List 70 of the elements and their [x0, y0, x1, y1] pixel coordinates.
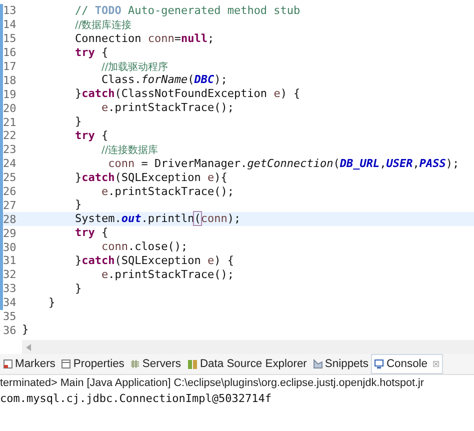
snippets-icon	[312, 359, 323, 370]
code-line: Connection conn=null;	[74, 32, 216, 46]
code-line: }catch(SQLException e){	[74, 170, 228, 185]
line-number: 22	[2, 129, 18, 142]
code-line: conn = DriverManager.getConnection(DB_URL,USER,PASS);	[107, 156, 460, 171]
line-number: 34	[2, 296, 18, 310]
code-line: try {	[74, 46, 110, 60]
line-number: 19	[2, 88, 18, 101]
code-line: }	[74, 115, 83, 130]
tab-label: Console	[386, 358, 428, 370]
view-tab[interactable]: Snippets	[310, 354, 372, 374]
tab-label: Markers	[15, 358, 56, 370]
view-tab[interactable]: Properties	[58, 354, 128, 374]
tab-label: Properties	[73, 358, 124, 370]
horizontal-scrollbar[interactable]	[22, 340, 474, 354]
line-number: 31	[2, 254, 18, 268]
console-icon	[374, 359, 384, 370]
line-number: 32	[2, 268, 18, 282]
database-icon	[186, 358, 198, 370]
code-line: //连接数据库	[100, 144, 160, 157]
view-tab[interactable]: Console ☒	[371, 354, 443, 374]
console-header: terminated> Main [Java Application] C:\eclipse\plugins\org.eclipse.justj.openjdk.hotspot.jr	[0, 376, 424, 392]
code-line: }	[74, 198, 83, 212]
code-line: }	[48, 296, 56, 310]
line-number: 30	[2, 240, 18, 254]
code-line: e.printStackTrace();	[100, 101, 235, 116]
markers-icon	[3, 359, 13, 370]
tab-label: Data Source Explorer	[200, 358, 307, 370]
line-number: 28	[2, 212, 18, 226]
view-tab[interactable]: Markers	[0, 354, 58, 374]
line-number: 17	[2, 60, 18, 73]
code-line: conn.close();	[100, 240, 189, 254]
line-number: 24	[2, 157, 18, 170]
line-number: 36	[2, 324, 18, 337]
servers-icon	[130, 359, 140, 370]
code-line: try {	[74, 129, 110, 143]
line-number: 20	[2, 102, 18, 115]
line-number: 26	[2, 185, 18, 198]
line-number: 25	[2, 171, 18, 184]
line-number: 29	[2, 226, 18, 240]
line-number: 13	[2, 4, 18, 18]
code-line: }	[22, 323, 30, 338]
code-line: Class.forName(DBC);	[100, 73, 228, 88]
line-number: 16	[2, 46, 18, 60]
line-number: 35	[2, 310, 18, 324]
tab-label: Servers	[142, 358, 181, 370]
scroll-left-icon[interactable]	[26, 344, 31, 351]
code-line: e.printStackTrace();	[100, 184, 235, 198]
code-line: //数据库连接	[74, 18, 133, 32]
properties-icon	[61, 359, 72, 370]
code-line: }	[74, 282, 83, 296]
line-number: 14	[2, 18, 18, 32]
line-number: 21	[2, 116, 18, 129]
code-line: try {	[74, 226, 110, 240]
close-icon[interactable]: ☒	[432, 360, 440, 369]
line-number: 33	[2, 282, 18, 296]
code-line: // TODO Auto-generated method stub	[74, 4, 302, 18]
line-number: 23	[2, 143, 18, 156]
view-tab[interactable]: Data Source Explorer	[184, 354, 310, 374]
console-output: com.mysql.cj.jdbc.ConnectionImpl@5032714f	[0, 391, 272, 406]
code-line: }catch(ClassNotFoundException e) {	[74, 87, 302, 102]
code-line: //加载驱动程序	[100, 60, 170, 74]
view-tab[interactable]: Servers	[127, 354, 184, 374]
code-line: System.out.println(conn);	[74, 212, 242, 226]
line-number: 18	[2, 74, 18, 87]
code-line: }catch(SQLException e) {	[74, 254, 235, 268]
tab-label: Snippets	[324, 358, 368, 370]
code-line: e.printStackTrace();	[100, 268, 235, 282]
line-number: 27	[2, 198, 18, 212]
line-number: 15	[2, 32, 18, 46]
